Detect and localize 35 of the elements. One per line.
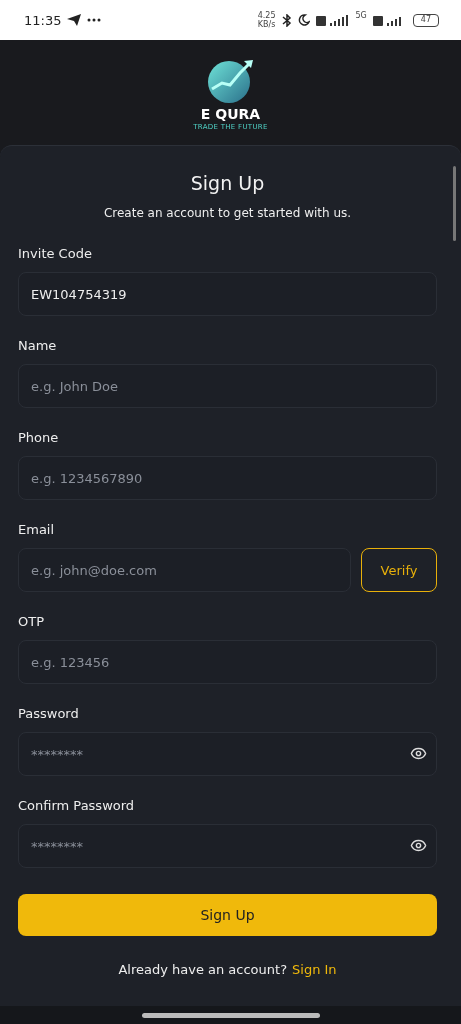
footer-text: Already have an account? [118, 962, 288, 977]
scrollbar[interactable] [453, 166, 456, 241]
eye-icon[interactable] [410, 837, 427, 854]
battery-level: 47 [412, 13, 439, 27]
speed-unit: KB/s [257, 20, 276, 29]
network-type: 5G [355, 11, 367, 20]
moon-icon [297, 14, 310, 26]
input-field[interactable]: e.g. john@doe.com [18, 548, 351, 592]
input-field[interactable]: EW104754319 [18, 272, 437, 316]
form-subtitle: Create an account to get started with us. [102, 206, 353, 220]
field-label: Name [18, 338, 58, 354]
input-field[interactable]: e.g. 1234567890 [18, 456, 437, 500]
field-label: Invite Code [18, 246, 93, 262]
field-label: Password [18, 706, 80, 722]
input-field[interactable]: ******** [18, 824, 437, 868]
home-indicator[interactable] [141, 1012, 320, 1018]
send-icon [67, 14, 82, 26]
verify-button[interactable]: Verify [361, 548, 437, 592]
field-label: Phone [18, 430, 60, 446]
input-field[interactable]: e.g. 123456 [18, 640, 437, 684]
field-label: Email [18, 522, 56, 538]
bluetooth-icon [281, 13, 292, 27]
eye-icon[interactable] [410, 745, 427, 762]
logo-name: E QURA [200, 106, 261, 121]
status-time: 11:35 [24, 12, 62, 28]
input-field[interactable]: ******** [18, 732, 437, 776]
sign-in-link[interactable]: Sign In [292, 962, 337, 977]
form-title: Sign Up [189, 172, 266, 194]
sign-up-button[interactable]: Sign Up [18, 894, 437, 936]
field-label: Confirm Password [18, 798, 136, 814]
input-field[interactable]: e.g. John Doe [18, 364, 437, 408]
field-label: OTP [18, 614, 45, 630]
speed-value: 4.25 [257, 11, 276, 20]
signal-icon [315, 14, 350, 26]
more-icon [87, 18, 102, 22]
